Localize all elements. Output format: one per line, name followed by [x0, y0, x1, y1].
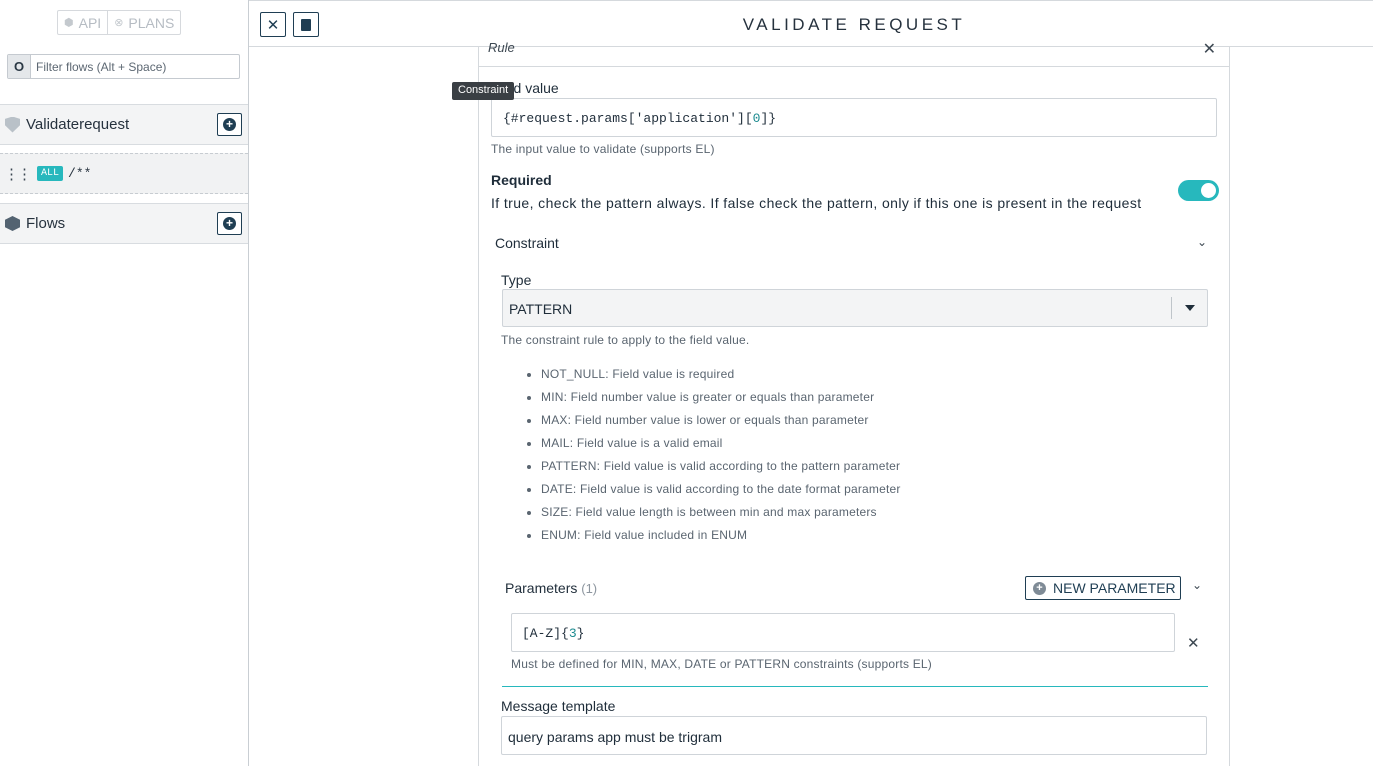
- remove-rule-icon[interactable]: ✕: [1203, 39, 1216, 59]
- message-template-value: query params app must be trigram: [508, 729, 722, 745]
- flow-path: /**: [68, 166, 92, 181]
- rule-header: Rule ✕: [479, 40, 1229, 67]
- required-description: If true, check the pattern always. If fa…: [491, 195, 1142, 211]
- api-plans-toggle: ⬢ API ⊗ PLANS: [57, 10, 182, 35]
- constraint-tooltip: Constraint: [452, 82, 515, 100]
- list-item: DATE: Field value is valid according to …: [541, 482, 901, 505]
- method-badge: ALL: [37, 166, 64, 181]
- field-value-prefix: {#request.params['application'][: [503, 111, 753, 126]
- list-item: PATTERN: Field value is valid according …: [541, 459, 901, 482]
- parameters-label-text: Parameters: [505, 580, 578, 596]
- parameter-suffix: }: [576, 626, 585, 641]
- section-flows-title: Flows: [26, 215, 66, 232]
- chevron-down-icon[interactable]: ⌄: [1192, 578, 1202, 592]
- constraint-label: Constraint: [495, 235, 559, 251]
- toggle-knob: [1201, 183, 1216, 198]
- caret-down-icon: [1185, 305, 1195, 311]
- filter-flows-input[interactable]: [31, 56, 236, 77]
- rule-title: Rule: [488, 40, 515, 55]
- new-parameter-label: NEW PARAMETER: [1053, 580, 1176, 596]
- filter-flows: O: [7, 54, 240, 79]
- parameters-count: (1): [581, 581, 598, 596]
- drag-handle-icon[interactable]: ⋮⋮: [4, 165, 32, 183]
- policy-panel: ✕ VALIDATE REQUEST Rule ✕ Field value {#…: [249, 0, 1373, 766]
- select-divider: [1171, 297, 1172, 319]
- message-template-label: Message template: [501, 698, 616, 714]
- new-parameter-button[interactable]: + NEW PARAMETER: [1025, 576, 1181, 600]
- section-flows[interactable]: Flows +: [0, 203, 248, 244]
- plus-circle-icon: +: [1033, 581, 1046, 595]
- list-item: SIZE: Field value length is between min …: [541, 505, 901, 528]
- page-title: VALIDATE REQUEST: [742, 15, 966, 34]
- cube-icon: ⬢: [64, 17, 74, 29]
- list-item: NOT_NULL: Field value is required: [541, 367, 901, 390]
- required-label: Required: [491, 172, 552, 188]
- plans-icon: ⊗: [114, 17, 124, 29]
- remove-parameter-icon[interactable]: ✕: [1187, 634, 1200, 652]
- type-select-value: PATTERN: [509, 301, 573, 317]
- add-flow-button[interactable]: +: [217, 113, 242, 136]
- field-value-input[interactable]: {#request.params['application'][0]}: [491, 98, 1217, 137]
- shield-icon: [5, 116, 20, 133]
- add-flows-button[interactable]: +: [217, 212, 242, 235]
- section-validaterequest-title: Validaterequest: [26, 116, 130, 133]
- field-value-suffix: ]}: [760, 111, 777, 126]
- parameter-prefix: [A-Z]{: [522, 626, 569, 641]
- api-tab[interactable]: ⬢ API: [58, 11, 107, 34]
- list-item: MAIL: Field value is a valid email: [541, 436, 901, 459]
- parameter-number: 3: [568, 626, 577, 641]
- plans-tab-label: PLANS: [128, 14, 175, 31]
- field-value-hint: The input value to validate (supports EL…: [491, 142, 715, 156]
- flow-item[interactable]: ⋮⋮ ALL /**: [0, 153, 248, 194]
- parameter-hint: Must be defined for MIN, MAX, DATE or PA…: [511, 657, 932, 671]
- type-hint: The constraint rule to apply to the fiel…: [501, 333, 750, 347]
- constraint-rules-list: NOT_NULL: Field value is required MIN: F…: [523, 367, 901, 551]
- list-item: MAX: Field number value is lower or equa…: [541, 413, 901, 436]
- plus-icon: +: [223, 217, 236, 230]
- type-select[interactable]: PATTERN: [502, 289, 1208, 327]
- flows-sidebar: ⬢ API ⊗ PLANS O Validaterequest + ⋮⋮ ALL…: [0, 0, 249, 766]
- section-validaterequest[interactable]: Validaterequest +: [0, 104, 248, 145]
- chevron-down-icon[interactable]: ⌄: [1197, 235, 1207, 249]
- api-tab-label: API: [78, 14, 102, 31]
- list-item: MIN: Field number value is greater or eq…: [541, 390, 901, 413]
- parameter-input[interactable]: [A-Z]{3}: [511, 613, 1175, 652]
- plus-icon: +: [223, 118, 236, 131]
- plans-tab[interactable]: ⊗ PLANS: [107, 11, 180, 34]
- required-toggle[interactable]: [1178, 180, 1219, 201]
- type-label: Type: [501, 272, 532, 288]
- search-icon: O: [8, 55, 31, 78]
- message-template-input[interactable]: query params app must be trigram: [501, 716, 1207, 755]
- rule-card: Rule ✕ Field value {#request.params['app…: [478, 40, 1230, 766]
- list-item: ENUM: Field value included in ENUM: [541, 528, 901, 551]
- cube-icon: [5, 216, 20, 231]
- parameters-label: Parameters (1): [505, 580, 597, 596]
- divider: [502, 686, 1208, 687]
